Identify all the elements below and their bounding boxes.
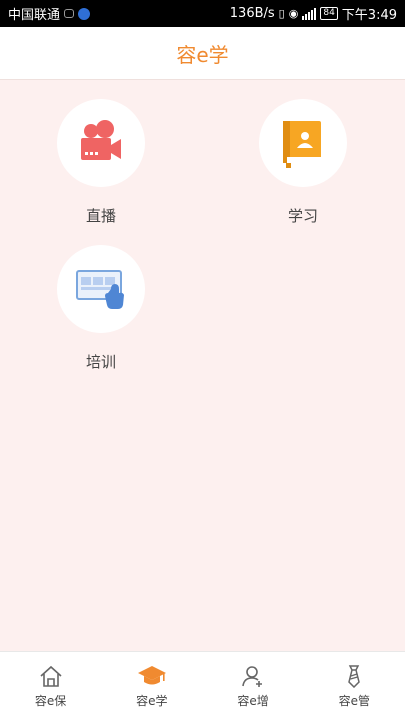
carrier-name: 中国联通: [8, 8, 61, 23]
home-icon: [40, 665, 62, 687]
tab-label: 容e管: [338, 693, 371, 708]
tile-training-circle[interactable]: [57, 245, 145, 333]
graduation-cap-icon: [137, 665, 166, 684]
clock: 下午3:49: [341, 8, 397, 23]
training-screen-icon: [76, 270, 124, 309]
tile-study-circle[interactable]: [259, 99, 347, 187]
page-title: 容e学: [176, 42, 229, 67]
add-user-icon: [242, 665, 263, 687]
status-bar: 中国联通 136B/s ▯ ◉ 84 下午3:49: [0, 0, 405, 27]
battery-indicator: 84: [320, 7, 338, 20]
tile-training-label: 培训: [85, 353, 116, 371]
tile-live-circle[interactable]: [57, 99, 145, 187]
signal-icon: [302, 7, 317, 20]
tab-rong-e-zeng[interactable]: 容e增: [203, 652, 304, 720]
tile-study-label: 学习: [287, 207, 318, 225]
tab-label: 容e增: [237, 693, 269, 708]
tile-live-label: 直播: [85, 207, 116, 225]
status-right: 136B/s ▯ ◉ 84 下午3:49: [230, 4, 397, 23]
network-speed: 136B/s: [229, 6, 275, 21]
bottom-tab-bar: 容e保 容e学 容e增 容e管: [0, 651, 405, 720]
tab-rong-e-xue[interactable]: 容e学: [101, 652, 202, 720]
tab-label: 容e学: [136, 693, 168, 708]
video-camera-icon: [81, 120, 121, 160]
tie-icon: [348, 664, 361, 688]
tile-live[interactable]: 直播: [51, 99, 151, 226]
status-left: 中国联通: [8, 4, 91, 23]
page-header: 容e学: [0, 27, 405, 80]
eye-icon: ◉: [288, 7, 299, 20]
tile-study[interactable]: 学习: [253, 99, 353, 226]
vibrate-icon: ▯: [278, 7, 285, 20]
app-notification-icon: [78, 7, 91, 20]
lock-icon: [64, 9, 75, 18]
tab-rong-e-bao[interactable]: 容e保: [0, 652, 101, 720]
tab-rong-e-guan[interactable]: 容e管: [304, 652, 405, 720]
book-icon: [283, 121, 321, 168]
tab-label: 容e保: [34, 693, 67, 708]
tile-training[interactable]: 培训: [51, 245, 151, 372]
